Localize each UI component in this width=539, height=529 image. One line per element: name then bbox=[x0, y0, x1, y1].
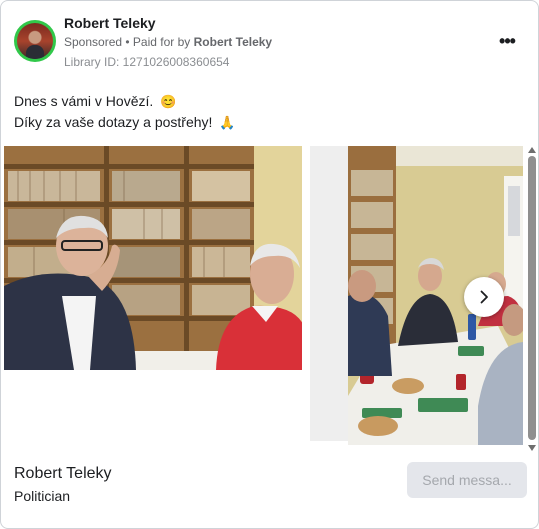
folded-hands-icon: 🙏 bbox=[219, 115, 236, 130]
meta-separator: • bbox=[122, 35, 133, 49]
advertiser-name[interactable]: Robert Teleky bbox=[64, 15, 156, 31]
image-carousel bbox=[1, 146, 538, 446]
vertical-scrollbar[interactable] bbox=[525, 146, 538, 456]
chevron-right-icon bbox=[480, 290, 488, 304]
footer-page-category: Politician bbox=[14, 488, 71, 504]
sponsored-label: Sponsored bbox=[64, 35, 123, 49]
paid-for-prefix: Paid for by bbox=[132, 35, 194, 49]
post-text: Dnes s vámi v Hovězí. 😊 Díky za vaše dot… bbox=[14, 91, 236, 133]
scroll-down-arrow-icon[interactable] bbox=[527, 444, 537, 452]
avatar-image bbox=[17, 23, 53, 59]
more-horizontal-icon: ••• bbox=[499, 31, 516, 51]
smiling-face-icon: 😊 bbox=[160, 94, 177, 109]
meeting-photo-1 bbox=[4, 146, 302, 370]
scroll-up-arrow-icon[interactable] bbox=[527, 146, 537, 154]
send-message-button[interactable]: Send messa... bbox=[407, 462, 527, 498]
more-options-button[interactable]: ••• bbox=[495, 31, 519, 51]
paid-for-name: Robert Teleky bbox=[193, 35, 273, 49]
post-line-1: Dnes s vámi v Hovězí. 😊 bbox=[14, 91, 236, 112]
post-line-1-text: Dnes s vámi v Hovězí. bbox=[14, 93, 154, 109]
post-line-2: Díky za vaše dotazy a postřehy! 🙏 bbox=[14, 112, 236, 133]
ad-card: Robert Teleky Sponsored • Paid for by Ro… bbox=[0, 0, 539, 529]
library-id: Library ID: 1271026008360654 bbox=[64, 55, 230, 69]
post-line-2-text: Díky za vaše dotazy a postřehy! bbox=[14, 114, 213, 130]
footer-page-name[interactable]: Robert Teleky bbox=[14, 465, 112, 483]
carousel-image-1[interactable] bbox=[4, 146, 302, 370]
carousel-next-button[interactable] bbox=[464, 277, 504, 317]
avatar[interactable] bbox=[14, 20, 56, 62]
sponsored-line: Sponsored • Paid for by Robert Teleky bbox=[64, 35, 272, 49]
scrollbar-thumb[interactable] bbox=[528, 156, 536, 440]
